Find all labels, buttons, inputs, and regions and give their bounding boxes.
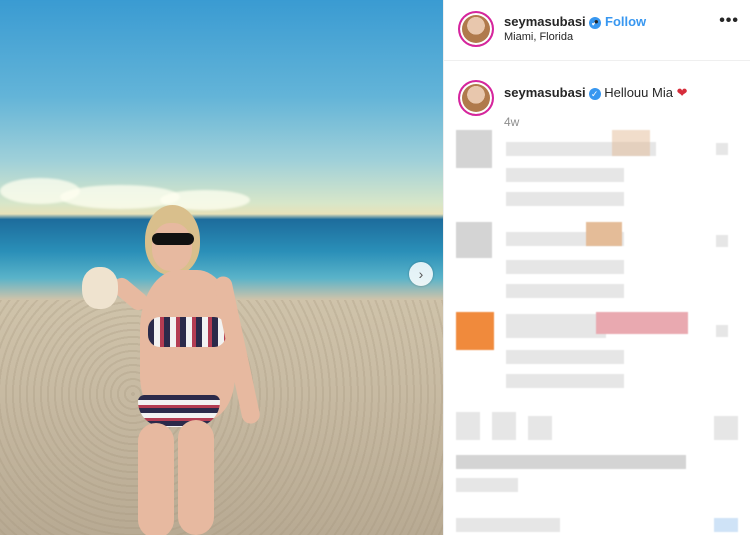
action-icon-redacted[interactable] <box>528 416 552 440</box>
like-icon-redacted[interactable] <box>716 325 728 337</box>
caption-username[interactable]: seymasubasi <box>504 85 586 100</box>
post-button-redacted[interactable] <box>714 518 738 532</box>
person-figure <box>82 205 290 535</box>
verified-badge-icon: ✓ <box>588 87 601 100</box>
post-photo[interactable]: › <box>0 0 443 535</box>
comment-text-redacted <box>506 374 624 388</box>
username-text[interactable]: seymasubasi <box>504 14 586 29</box>
action-icon-redacted[interactable] <box>492 412 516 440</box>
heart-emoji-icon: ❤ <box>676 85 688 100</box>
comment-avatar-redacted <box>456 222 492 258</box>
action-icon-redacted[interactable] <box>714 416 738 440</box>
comment-avatar-redacted <box>456 312 494 350</box>
caption-body: Hellouu Mia <box>604 85 673 100</box>
comment-text-redacted <box>506 284 624 298</box>
caption-avatar[interactable] <box>458 80 494 116</box>
time-ago[interactable]: 4w <box>504 115 519 129</box>
post-side-panel: seymasubasi ✓ • Follow Miami, Florida •••… <box>443 0 750 535</box>
next-arrow-icon[interactable]: › <box>409 262 433 286</box>
comment-text-redacted <box>586 222 622 246</box>
like-icon-redacted[interactable] <box>716 143 728 155</box>
location-link[interactable]: Miami, Florida <box>504 31 573 43</box>
comment-text-redacted <box>506 168 624 182</box>
post-header: seymasubasi ✓ • Follow Miami, Florida ••• <box>444 0 750 61</box>
add-comment-redacted[interactable] <box>456 518 560 532</box>
separator-dot: • <box>594 14 599 29</box>
likes-text-redacted <box>456 455 686 469</box>
comment-text-redacted <box>506 350 624 364</box>
comment-text-redacted <box>596 312 688 334</box>
comment-text-redacted <box>506 314 606 338</box>
comment-text-redacted <box>506 192 624 206</box>
more-options-icon[interactable]: ••• <box>719 12 739 30</box>
date-text-redacted <box>456 478 518 492</box>
like-icon-redacted[interactable] <box>716 235 728 247</box>
avatar[interactable] <box>458 11 494 47</box>
follow-button[interactable]: Follow <box>605 14 646 29</box>
comment-avatar-redacted <box>456 130 492 168</box>
comment-text-redacted <box>612 130 650 156</box>
comment-text-redacted <box>506 260 624 274</box>
caption: seymasubasi ✓ Hellouu Mia ❤ <box>504 85 687 101</box>
header-username[interactable]: seymasubasi ✓ <box>504 14 601 29</box>
action-icon-redacted[interactable] <box>456 412 480 440</box>
